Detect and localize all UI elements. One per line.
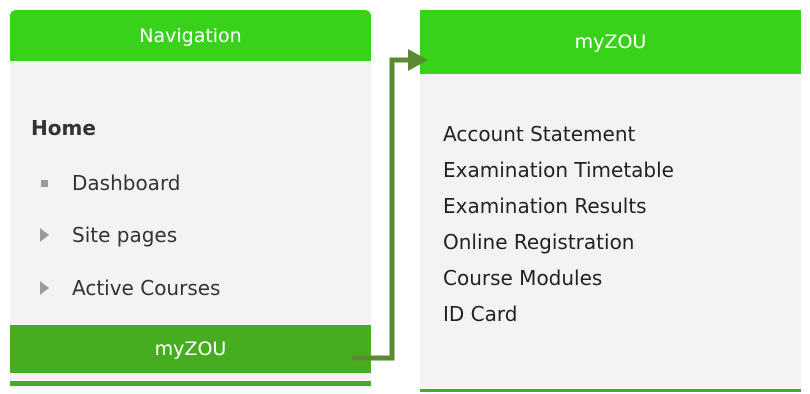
nav-divider [10,381,371,386]
myzou-link-course-modules[interactable]: Course Modules [443,260,674,296]
myzou-panel: myZOU Account Statement Examination Time… [420,10,801,392]
triangle-right-icon [38,228,51,242]
myzou-link-online-registration[interactable]: Online Registration [443,224,674,260]
myzou-link-examination-results[interactable]: Examination Results [443,188,674,224]
nav-item-label: Dashboard [72,171,181,195]
nav-item-myzou[interactable]: myZOU [10,325,371,373]
nav-item-dashboard[interactable]: Dashboard [38,171,181,195]
nav-item-active-courses[interactable]: Active Courses [38,276,220,300]
nav-item-site-pages[interactable]: Site pages [38,223,177,247]
nav-item-label: Active Courses [72,276,221,300]
myzou-panel-header: myZOU [420,10,801,74]
navigation-header: Navigation [10,10,371,61]
nav-item-label: Site pages [72,223,178,247]
square-bullet-icon [38,177,51,190]
triangle-right-icon [38,281,51,295]
myzou-panel-divider [420,389,801,392]
navigation-block: Navigation Home Dashboard Site pages Act… [10,10,371,388]
myzou-link-list: Account Statement Examination Timetable … [443,116,674,332]
stage: Navigation Home Dashboard Site pages Act… [0,0,810,394]
myzou-link-id-card[interactable]: ID Card [443,296,674,332]
myzou-link-examination-timetable[interactable]: Examination Timetable [443,152,674,188]
nav-home-link[interactable]: Home [31,116,96,140]
myzou-link-account-statement[interactable]: Account Statement [443,116,674,152]
